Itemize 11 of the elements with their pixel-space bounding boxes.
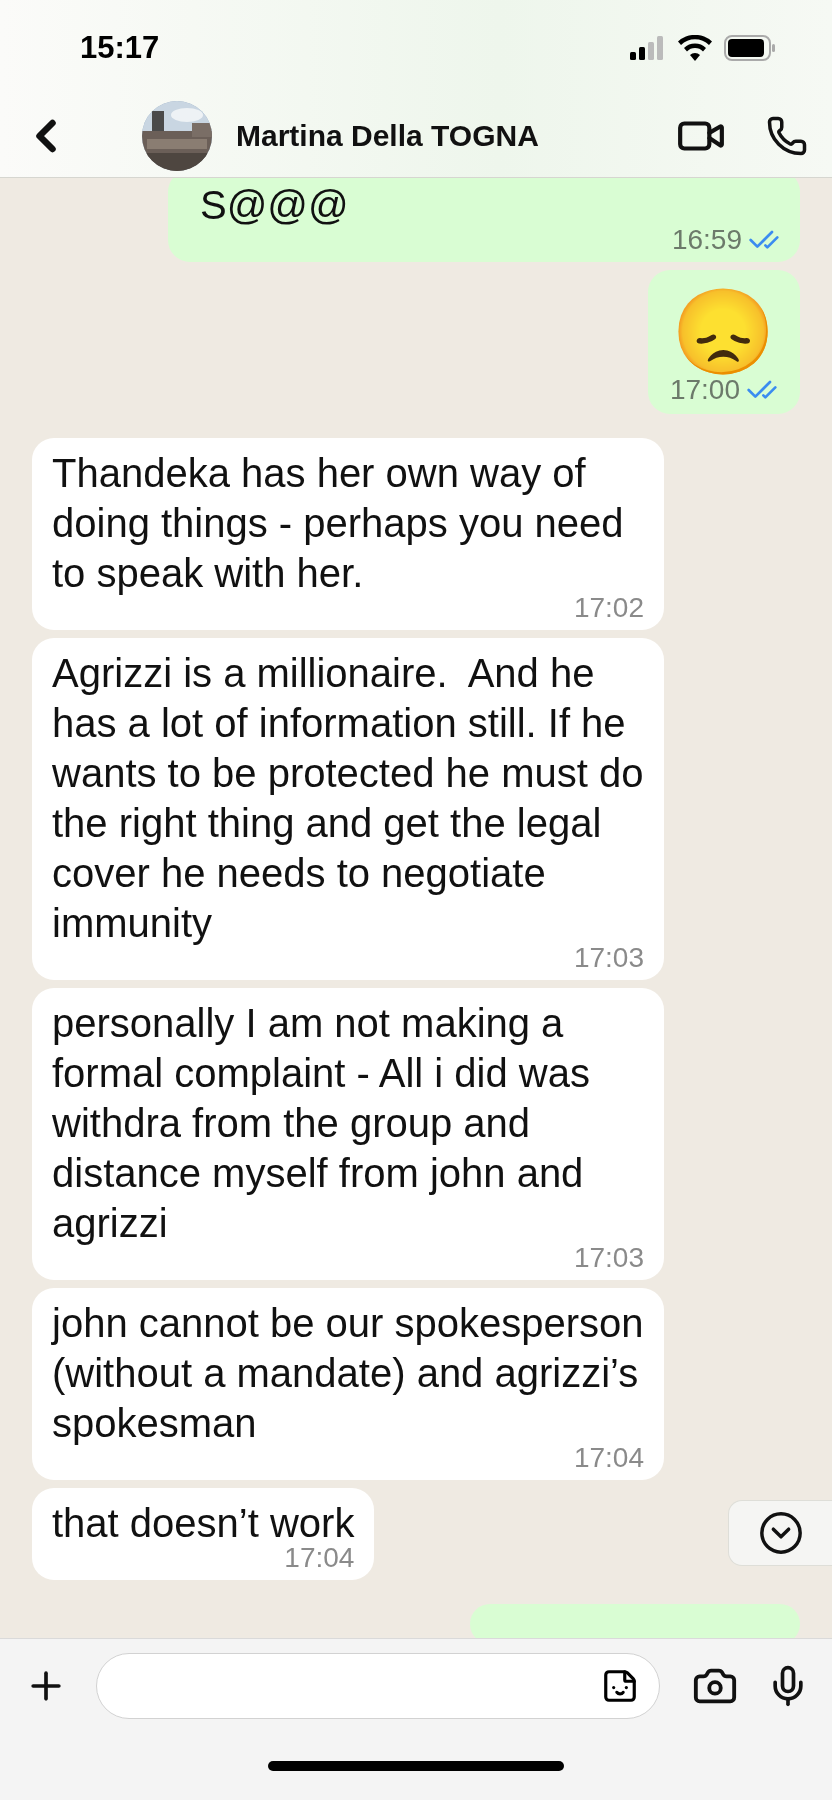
battery-icon bbox=[724, 34, 776, 61]
status-time: 15:17 bbox=[80, 29, 160, 66]
scroll-down-button[interactable] bbox=[728, 1500, 832, 1566]
wifi-icon bbox=[678, 34, 712, 61]
message-text: S@@@ bbox=[200, 182, 350, 229]
chevron-down-icon[interactable] bbox=[757, 1510, 804, 1556]
contact-name[interactable]: Martina Della TOGNA bbox=[236, 119, 676, 153]
signal-icon bbox=[630, 35, 666, 60]
call-button[interactable] bbox=[766, 115, 808, 157]
sticker-icon[interactable] bbox=[601, 1667, 639, 1705]
message-time: 16:59 bbox=[671, 224, 742, 256]
